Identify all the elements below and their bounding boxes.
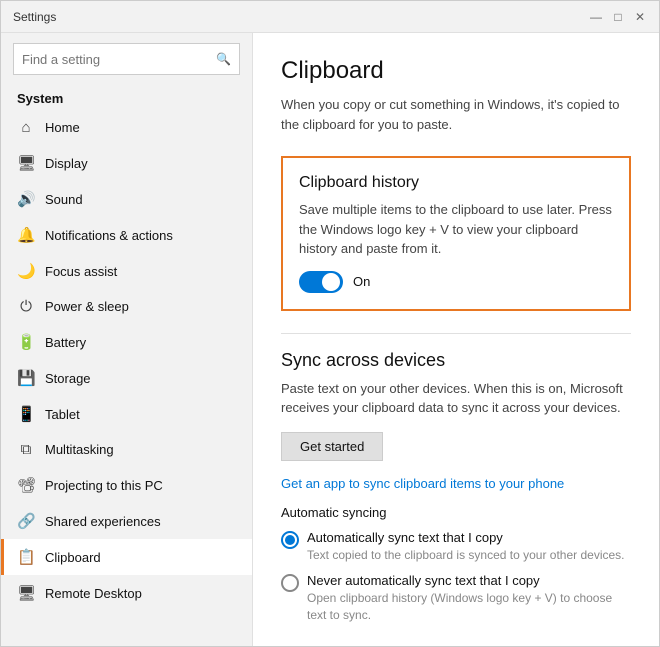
sidebar-item-label: Multitasking	[45, 442, 114, 457]
clipboard-history-toggle[interactable]	[299, 271, 343, 293]
sidebar-item-label: Sound	[45, 192, 83, 207]
sidebar-item-multitasking[interactable]: ⧉ Multitasking	[1, 432, 252, 467]
search-input[interactable]	[22, 52, 216, 67]
window-controls: — □ ✕	[589, 10, 647, 24]
radio-never-content: Never automatically sync text that I cop…	[307, 573, 631, 624]
shared-icon: 🔗	[17, 512, 35, 530]
focus-icon: 🌙	[17, 262, 35, 280]
radio-auto-desc: Text copied to the clipboard is synced t…	[307, 547, 625, 564]
radio-auto-content: Automatically sync text that I copy Text…	[307, 530, 625, 564]
sidebar-item-sound[interactable]: 🔊 Sound	[1, 181, 252, 217]
sidebar-item-display[interactable]: 🖥 Display	[1, 145, 252, 181]
storage-icon: 💾	[17, 369, 35, 387]
remote-icon: 🖥	[17, 584, 35, 602]
sidebar-item-shared[interactable]: 🔗 Shared experiences	[1, 503, 252, 539]
page-title: Clipboard	[281, 57, 631, 85]
sidebar-item-battery[interactable]: 🔋 Battery	[1, 324, 252, 360]
window-title: Settings	[13, 10, 56, 24]
sidebar-item-tablet[interactable]: 📱 Tablet	[1, 396, 252, 432]
search-box[interactable]: 🔍	[13, 43, 240, 75]
minimize-button[interactable]: —	[589, 10, 603, 24]
sidebar: 🔍 System ⌂ Home 🖥 Display 🔊 Sound 🔔 Noti…	[1, 33, 253, 646]
close-button[interactable]: ✕	[633, 10, 647, 24]
sync-section: Sync across devices Paste text on your o…	[281, 350, 631, 624]
sidebar-item-label: Power & sleep	[45, 299, 129, 314]
sidebar-item-label: Projecting to this PC	[45, 478, 163, 493]
content-area: 🔍 System ⌂ Home 🖥 Display 🔊 Sound 🔔 Noti…	[1, 33, 659, 646]
settings-window: Settings — □ ✕ 🔍 System ⌂ Home 🖥 Display	[0, 0, 660, 647]
sync-desc: Paste text on your other devices. When t…	[281, 379, 631, 418]
maximize-button[interactable]: □	[611, 10, 625, 24]
title-bar: Settings — □ ✕	[1, 1, 659, 33]
sidebar-item-label: Shared experiences	[45, 514, 161, 529]
sidebar-item-home[interactable]: ⌂ Home	[1, 110, 252, 145]
radio-auto-title: Automatically sync text that I copy	[307, 530, 625, 545]
sidebar-item-label: Focus assist	[45, 264, 117, 279]
sidebar-item-storage[interactable]: 💾 Storage	[1, 360, 252, 396]
battery-icon: 🔋	[17, 333, 35, 351]
sidebar-item-label: Display	[45, 156, 88, 171]
sidebar-item-clipboard[interactable]: 📋 Clipboard	[1, 539, 252, 575]
radio-row-auto: Automatically sync text that I copy Text…	[281, 530, 631, 564]
toggle-label: On	[353, 274, 370, 289]
display-icon: 🖥	[17, 154, 35, 172]
sound-icon: 🔊	[17, 190, 35, 208]
sidebar-item-projecting[interactable]: 📽 Projecting to this PC	[1, 467, 252, 503]
search-icon: 🔍	[216, 52, 231, 66]
sidebar-item-label: Clipboard	[45, 550, 101, 565]
clipboard-history-section: Clipboard history Save multiple items to…	[281, 156, 631, 311]
main-content: Clipboard When you copy or cut something…	[253, 33, 659, 646]
clipboard-history-desc: Save multiple items to the clipboard to …	[299, 200, 613, 259]
sidebar-item-label: Battery	[45, 335, 86, 350]
home-icon: ⌂	[17, 119, 35, 136]
radio-auto[interactable]	[281, 531, 299, 549]
radio-row-never: Never automatically sync text that I cop…	[281, 573, 631, 624]
sync-title: Sync across devices	[281, 350, 631, 371]
sidebar-item-label: Tablet	[45, 407, 80, 422]
page-description: When you copy or cut something in Window…	[281, 95, 631, 134]
clipboard-history-title: Clipboard history	[299, 174, 613, 192]
sidebar-item-focus[interactable]: 🌙 Focus assist	[1, 253, 252, 289]
multitasking-icon: ⧉	[17, 441, 35, 458]
section-divider	[281, 333, 631, 334]
radio-never-title: Never automatically sync text that I cop…	[307, 573, 631, 588]
get-started-button[interactable]: Get started	[281, 432, 383, 461]
sidebar-item-label: Home	[45, 120, 80, 135]
clipboard-icon: 📋	[17, 548, 35, 566]
sidebar-item-power[interactable]: ⏻ Power & sleep	[1, 289, 252, 324]
sidebar-item-label: Remote Desktop	[45, 586, 142, 601]
auto-sync-label: Automatic syncing	[281, 505, 631, 520]
notifications-icon: 🔔	[17, 226, 35, 244]
power-icon: ⏻	[17, 298, 35, 315]
radio-never[interactable]	[281, 574, 299, 592]
sidebar-item-notifications[interactable]: 🔔 Notifications & actions	[1, 217, 252, 253]
sidebar-item-remote[interactable]: 🖥 Remote Desktop	[1, 575, 252, 611]
tablet-icon: 📱	[17, 405, 35, 423]
toggle-row: On	[299, 271, 613, 293]
sidebar-item-label: Storage	[45, 371, 91, 386]
phone-sync-link[interactable]: Get an app to sync clipboard items to yo…	[281, 476, 564, 491]
toggle-knob	[322, 273, 340, 291]
radio-never-desc: Open clipboard history (Windows logo key…	[307, 590, 631, 624]
sidebar-item-label: Notifications & actions	[45, 228, 173, 243]
privacy-statement-link[interactable]: Privacy statement	[281, 645, 384, 646]
sidebar-section-title: System	[1, 85, 252, 110]
projecting-icon: 📽	[17, 476, 35, 494]
